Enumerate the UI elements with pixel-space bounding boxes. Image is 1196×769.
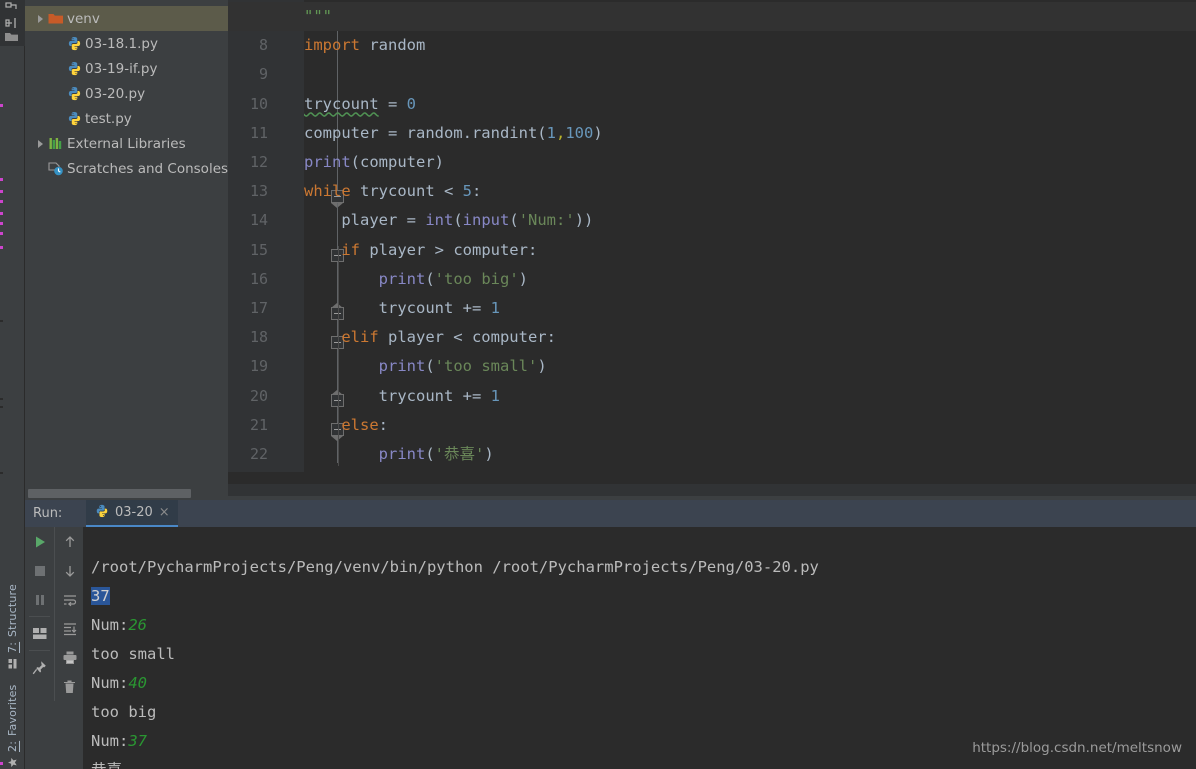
tree-row-label: 03-19-if.py: [85, 60, 158, 77]
favorites-number: 2:: [6, 740, 19, 752]
pycharm-window: 7: Structure 2: Favorites venv 03-18.1.py…: [0, 0, 1196, 769]
editor-code-line: if player > computer:: [341, 240, 538, 259]
console-command-line: /root/PycharmProjects/Peng/venv/bin/pyth…: [91, 558, 819, 576]
structure-icon: [8, 657, 18, 670]
tree-row-label: Scratches and Consoles: [67, 160, 228, 177]
left-strip-top: [0, 0, 25, 46]
run-tab-03-20[interactable]: 03-20 ×: [86, 500, 178, 527]
print-button[interactable]: [55, 643, 84, 672]
layout-settings-button[interactable]: [25, 619, 54, 648]
down-the-stack-trace-button[interactable]: [55, 556, 84, 585]
expand-arrow-icon[interactable]: [33, 14, 47, 23]
folder-venv-icon: [47, 12, 65, 25]
close-icon[interactable]: ×: [159, 505, 170, 520]
editor-line-row[interactable]: [228, 60, 1196, 89]
tree-row-label: 03-20.py: [85, 85, 146, 102]
editor-code-line: else:: [341, 415, 388, 434]
editor-code-line: player = int(input('Num:')): [304, 211, 594, 230]
run-console-output[interactable]: /root/PycharmProjects/Peng/venv/bin/pyth…: [83, 527, 1196, 769]
tree-row[interactable]: 03-18.1.py: [25, 31, 228, 56]
console-output-line: 37: [91, 587, 110, 605]
expand-arrow-icon[interactable]: [33, 139, 47, 148]
rerun-button[interactable]: [25, 527, 54, 556]
project-tool-window[interactable]: venv 03-18.1.py 03-19-if.py 03-20.py test.py…: [25, 0, 228, 496]
soft-wrap-button[interactable]: [55, 585, 84, 614]
pause-button[interactable]: [25, 585, 54, 614]
python-file-icon: [65, 61, 83, 76]
external-libraries-icon: [47, 137, 65, 150]
structure-number: 7:: [6, 641, 19, 653]
up-the-stack-trace-button[interactable]: [55, 527, 84, 556]
tool-window-favorites[interactable]: 2: Favorites: [0, 672, 25, 769]
editor-code-line: trycount += 1: [304, 299, 500, 317]
run-tab-label: 03-20: [115, 505, 153, 520]
console-output-line: too big: [91, 703, 157, 721]
stop-button[interactable]: [25, 556, 54, 585]
tree-row[interactable]: 03-19-if.py: [25, 56, 228, 81]
tree-row[interactable]: External Libraries: [25, 131, 228, 156]
editor-code-line: trycount = 0: [304, 94, 416, 113]
tree-row[interactable]: test.py: [25, 106, 228, 131]
console-output-line: Num:26: [91, 616, 147, 634]
editor-code-line: trycount += 1: [304, 386, 500, 405]
run-tool-window-header: Run: 03-20 ×: [25, 500, 1196, 527]
code-editor[interactable]: 78910111213141516171819202122 """import …: [228, 0, 1196, 472]
python-file-icon: [65, 36, 83, 51]
favorites-icon: [8, 756, 18, 769]
editor-line-row[interactable]: [228, 2, 1196, 32]
tree-row-label: venv: [67, 10, 100, 27]
tree-row-label: test.py: [85, 110, 132, 127]
console-output-line: too small: [91, 645, 175, 663]
editor-code-line: import random: [304, 36, 426, 55]
console-output-line: Num:40: [91, 674, 147, 692]
python-file-icon: [65, 111, 83, 126]
editor-code-area[interactable]: """ import random trycount = 0 computer = r…: [228, 0, 1196, 472]
tree-row-label: External Libraries: [67, 135, 186, 152]
tree-row-label: 03-18.1.py: [85, 35, 158, 52]
clear-all-button[interactable]: [55, 672, 84, 701]
python-file-icon: [95, 503, 109, 522]
editor-code-line: while trycount < 5:: [304, 182, 482, 201]
watermark-text: https://blog.csdn.net/meltsnow: [972, 740, 1182, 756]
structure-label: Structure: [6, 583, 19, 637]
run-toolbar: [25, 527, 83, 769]
editor-code-line: elif player < computer:: [341, 328, 556, 347]
tree-row[interactable]: 03-20.py: [25, 81, 228, 106]
console-output-line: 恭喜: [91, 756, 122, 769]
scroll-to-end-button[interactable]: [55, 614, 84, 643]
tool-window-split-icon[interactable]: [4, 16, 20, 30]
tree-row[interactable]: venv: [25, 6, 228, 31]
folder-icon[interactable]: [4, 30, 20, 44]
left-tool-strip: 7: Structure 2: Favorites: [0, 0, 25, 769]
editor-code-line: print('恭喜'): [378, 445, 494, 463]
editor-bottom-strip: [228, 472, 1196, 496]
tool-window-structure[interactable]: 7: Structure: [0, 560, 25, 670]
tree-row[interactable]: Scratches and Consoles: [25, 156, 228, 181]
project-structure-icon[interactable]: [4, 2, 20, 16]
editor-code-line: print('too small'): [378, 357, 547, 376]
scratches-icon: [47, 161, 65, 176]
python-file-icon: [65, 86, 83, 101]
run-label: Run:: [33, 506, 63, 521]
editor-code-line: computer = random.randint(1,100): [304, 123, 603, 142]
editor-code-line: print('too big'): [378, 269, 529, 288]
favorites-label: Favorites: [6, 684, 19, 736]
run-tool-window: Run: 03-20 × /root/PycharmProjects/Peng/…: [25, 500, 1196, 769]
project-hscrollbar-thumb[interactable]: [28, 489, 191, 498]
console-output-line: Num:37: [91, 732, 147, 750]
editor-code-line: """: [304, 7, 332, 25]
pin-tab-button[interactable]: [25, 653, 54, 682]
editor-code-line: print(computer): [304, 153, 444, 171]
